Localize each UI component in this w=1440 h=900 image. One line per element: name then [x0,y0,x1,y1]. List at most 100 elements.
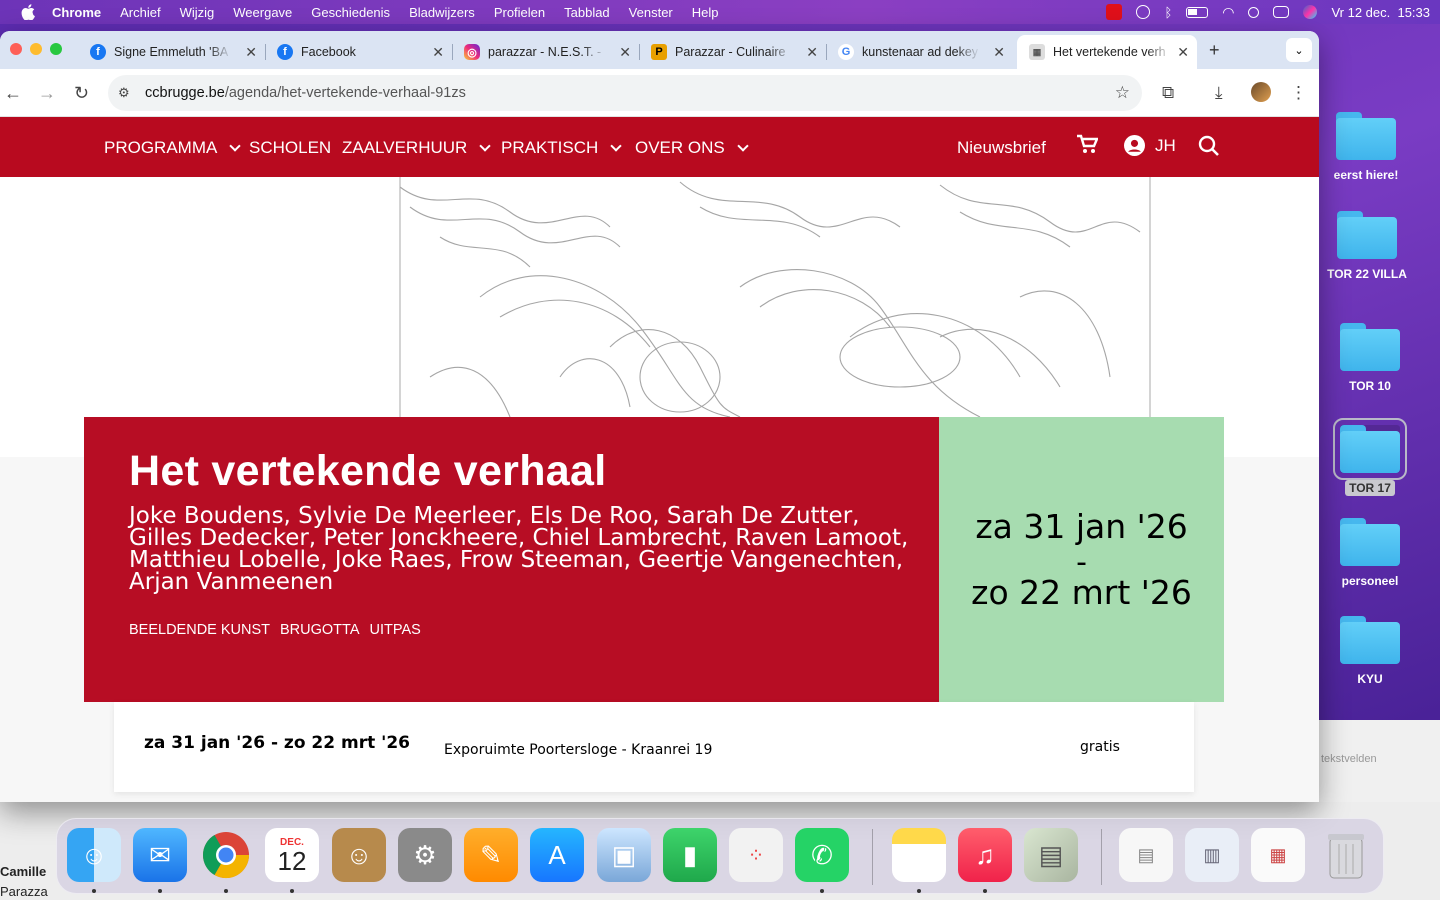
account-button[interactable]: JH [1124,135,1176,156]
nav-programma[interactable]: PROGRAMMA [104,138,242,158]
menubar-clock[interactable]: Vr 12 dec. 15:33 [1331,5,1430,20]
numbers-icon[interactable]: ▮ [663,828,717,882]
launchpad-icon[interactable]: ⁘ [729,828,783,882]
menu-venster[interactable]: Venster [629,5,673,20]
desktop-folder-personeel[interactable]: personeel [1320,518,1420,588]
download-icon[interactable]: ⤓ [1215,83,1223,103]
bluetooth-icon[interactable]: ᛒ [1164,5,1172,20]
nav-scholen[interactable]: SCHOLEN [249,138,331,158]
site-search-icon[interactable] [1198,135,1220,157]
nav-zaalverhuur[interactable]: ZAALVERHUUR [342,138,491,158]
minimize-window-button[interactable] [30,43,42,55]
close-tab-icon[interactable]: ✕ [993,44,1005,61]
apple-icon[interactable] [18,2,38,22]
tag-brugotta[interactable]: BRUGOTTA [280,622,359,638]
tab-title: Signe Emmeluth 'BA [114,45,229,59]
tab-title: parazzar - N.E.S.T. - [488,45,602,59]
zoom-window-button[interactable] [50,43,62,55]
back-icon[interactable]: ← [4,83,22,104]
site-info-icon[interactable]: ⚙ [118,85,136,101]
finder-icon[interactable]: ☺ [67,828,121,882]
desktop-folder-tor22[interactable]: TOR 22 VILLA [1317,211,1417,281]
event-tags: BEELDENDE KUNST BRUGOTTA UITPAS [129,622,421,638]
menu-geschiedenis[interactable]: Geschiedenis [311,5,390,20]
folder-label: eerst hiere! [1333,168,1399,182]
event-date-card: za 31 jan '26 - zo 22 mrt '26 [939,417,1224,702]
close-tab-icon[interactable]: ✕ [432,44,444,61]
id-card-icon[interactable]: ▤ [1024,828,1078,882]
desktop-folder-eerst-hiere[interactable]: eerst hiere! [1316,112,1416,182]
recent-document-icon[interactable]: ▦ [1251,828,1305,882]
close-tab-icon[interactable]: ✕ [806,44,818,61]
bookmark-star-icon[interactable]: ☆ [1115,83,1130,103]
parazzar-icon: P [651,44,667,60]
close-tab-icon[interactable]: ✕ [245,44,257,61]
tab-het-vertekende-verhaal[interactable]: ▦ Het vertekende verh ✕ [1017,35,1197,69]
webpage: PROGRAMMA SCHOLEN ZAALVERHUUR PRAKTISCH … [0,117,1319,802]
profile-avatar[interactable] [1251,82,1271,102]
menu-bar: Chrome Archief Wijzig Weergave Geschiede… [0,0,1440,24]
calendar-icon[interactable]: DEC. 12 [265,828,319,882]
address-bar[interactable]: ⚙ ccbrugge.be/agenda/het-vertekende-verh… [108,75,1142,111]
forward-icon[interactable]: → [38,83,56,104]
system-settings-icon[interactable]: ⚙ [398,828,452,882]
contacts-icon[interactable]: ☺ [332,828,386,882]
control-center-icon[interactable] [1273,6,1290,18]
reload-icon[interactable]: ↻ [74,83,89,104]
close-window-button[interactable] [10,43,22,55]
nav-nieuwsbrief[interactable]: Nieuwsbrief [957,138,1046,158]
close-tab-icon[interactable]: ✕ [1177,44,1189,61]
extensions-icon[interactable]: ⧉ [1162,83,1174,103]
desktop-folder-kyu[interactable]: KYU [1320,616,1420,686]
trash-icon[interactable] [1319,828,1373,882]
tag-beeldende-kunst[interactable]: BEELDENDE KUNST [129,622,270,638]
folder-icon [1336,112,1396,160]
menu-help[interactable]: Help [692,5,719,20]
wifi-icon[interactable]: ◠ [1222,4,1234,21]
menu-tabblad[interactable]: Tabblad [564,5,610,20]
battery-icon[interactable] [1186,6,1209,18]
desktop-folder-tor10[interactable]: TOR 10 [1320,323,1420,393]
site-navigation: PROGRAMMA SCHOLEN ZAALVERHUUR PRAKTISCH … [0,117,1319,177]
music-icon[interactable]: ♫ [958,828,1012,882]
new-tab-button[interactable]: + [1209,40,1220,61]
siri-icon[interactable] [1303,5,1318,19]
dock: ☺ ✉ DEC. 12 ☺ ⚙ ✎ A ▣ ▮ ⁘ ✆ ♫ ▤ ▤ ▥ ▦ [56,818,1384,894]
url-host: ccbrugge.be [145,85,225,101]
search-icon[interactable] [1248,6,1260,18]
date-start: za 31 jan '26 [975,507,1188,546]
menu-weergave[interactable]: Weergave [233,5,292,20]
whatsapp-icon[interactable]: ✆ [795,828,849,882]
tab-signe-emmeluth[interactable]: f Signe Emmeluth 'BA ✕ [78,35,266,69]
folder-icon [1337,211,1397,259]
tab-kunstenaar-google[interactable]: G kunstenaar ad dekey ✕ [826,35,1013,69]
tab-parazzar-nest[interactable]: ◎ parazzar - N.E.S.T. - ✕ [452,35,640,69]
chrome-menu-icon[interactable]: ⋮ [1290,83,1307,103]
tab-parazzar-culinaire[interactable]: P Parazzar - Culinaire ✕ [639,35,827,69]
notes-icon[interactable] [892,828,946,882]
menu-bladwijzers[interactable]: Bladwijzers [409,5,475,20]
menu-chrome[interactable]: Chrome [52,5,101,20]
pages-icon[interactable]: ✎ [464,828,518,882]
nav-praktisch[interactable]: PRAKTISCH [501,138,622,158]
recent-document-icon[interactable]: ▥ [1185,828,1239,882]
chrome-icon[interactable] [199,828,253,882]
menu-profielen[interactable]: Profielen [494,5,545,20]
preview-icon[interactable]: ▣ [597,828,651,882]
recent-document-icon[interactable]: ▤ [1119,828,1173,882]
cart-icon[interactable] [1076,134,1098,154]
app-store-icon[interactable]: A [530,828,584,882]
nav-over-ons[interactable]: OVER ONS [635,138,749,158]
close-tab-icon[interactable]: ✕ [619,44,631,61]
mail-icon[interactable]: ✉ [133,828,187,882]
facebook-icon: f [90,44,106,60]
tab-facebook[interactable]: f Facebook ✕ [265,35,453,69]
tag-uitpas[interactable]: UITPAS [370,622,421,638]
desktop-folder-tor17[interactable]: TOR 17 [1320,418,1420,496]
status-app-icon[interactable] [1106,4,1123,20]
play-icon[interactable] [1136,5,1151,19]
tab-search-button[interactable]: ⌄ [1286,38,1312,62]
menu-wijzig[interactable]: Wijzig [180,5,215,20]
menu-archief[interactable]: Archief [120,5,160,20]
tab-title: Facebook [301,45,356,59]
